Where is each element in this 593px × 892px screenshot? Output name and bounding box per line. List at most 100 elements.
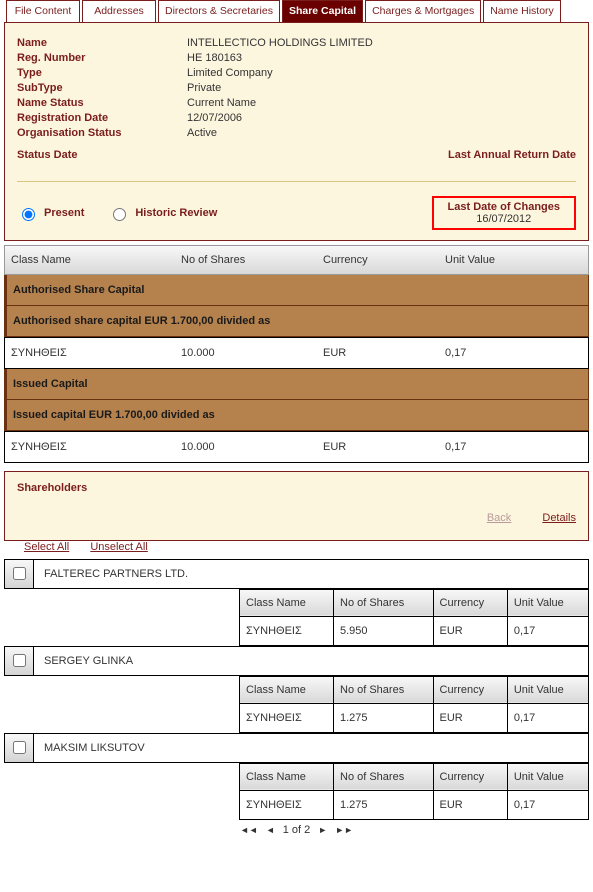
radio-present[interactable]: Present — [17, 205, 84, 221]
sh-curr: EUR — [433, 703, 507, 732]
shareholders-panel: Shareholders Back Details — [4, 471, 589, 541]
sh-curr: EUR — [433, 616, 507, 645]
section-issued: Issued Capital — [4, 369, 589, 400]
shareholder-checkbox[interactable] — [13, 567, 26, 580]
value-orgstatus: Active — [187, 127, 217, 139]
shareholder-row: MAKSIM LIKSUTOV — [4, 733, 589, 763]
auth-unit: 0,17 — [439, 338, 588, 368]
sh-curr: EUR — [433, 790, 507, 819]
label-orgstatus: Organisation Status — [17, 127, 187, 139]
tab-charges[interactable]: Charges & Mortgages — [365, 0, 481, 23]
section-issued-sub: Issued capital EUR 1.700,00 divided as — [4, 400, 589, 431]
label-type: Type — [17, 67, 187, 79]
label-reg: Reg. Number — [17, 52, 187, 64]
tab-file-content[interactable]: File Content — [6, 0, 80, 23]
shareholder-subtable: Class Name No of Shares Currency Unit Va… — [4, 589, 589, 646]
shareholder-name: MAKSIM LIKSUTOV — [34, 735, 155, 761]
label-name: Name — [17, 37, 187, 49]
sh-shares: 1.275 — [334, 790, 434, 819]
sh-col-unit: Unit Value — [507, 589, 588, 616]
sh-class: ΣΥΝΗΘΕΙΣ — [240, 616, 334, 645]
back-link: Back — [487, 512, 511, 524]
radio-present-input[interactable] — [22, 208, 35, 221]
sh-col-shares: No of Shares — [334, 589, 434, 616]
sh-shares: 1.275 — [334, 703, 434, 732]
sh-col-curr: Currency — [433, 763, 507, 790]
pager-next-icon[interactable]: ► — [318, 825, 327, 835]
issued-class: ΣΥΝΗΘΕΙΣ — [5, 432, 175, 462]
issued-unit: 0,17 — [439, 432, 588, 462]
auth-curr: EUR — [317, 338, 439, 368]
sh-col-unit: Unit Value — [507, 676, 588, 703]
value-subtype: Private — [187, 82, 221, 94]
value-namestatus: Current Name — [187, 97, 256, 109]
capital-table-header: Class Name No of Shares Currency Unit Va… — [4, 245, 589, 275]
unselect-all-link[interactable]: Unselect All — [90, 541, 147, 553]
value-name: INTELLECTICO HOLDINGS LIMITED — [187, 37, 373, 49]
sh-class: ΣΥΝΗΘΕΙΣ — [240, 790, 334, 819]
shareholder-name: FALTEREC PARTNERS LTD. — [34, 561, 198, 587]
divider — [17, 181, 576, 182]
label-regdate: Registration Date — [17, 112, 187, 124]
value-reg: HE 180163 — [187, 52, 242, 64]
section-authorised-sub: Authorised share capital EUR 1.700,00 di… — [4, 306, 589, 337]
sh-shares: 5.950 — [334, 616, 434, 645]
label-subtype: SubType — [17, 82, 187, 94]
tab-name-history[interactable]: Name History — [483, 0, 561, 23]
last-changes-date: 16/07/2012 — [448, 213, 560, 225]
sh-col-class: Class Name — [240, 763, 334, 790]
shareholders-heading: Shareholders — [17, 482, 576, 494]
tab-addresses[interactable]: Addresses — [82, 0, 156, 23]
col-unitvalue: Unit Value — [439, 246, 588, 274]
select-all-link[interactable]: Select All — [24, 541, 69, 553]
auth-class: ΣΥΝΗΘΕΙΣ — [5, 338, 175, 368]
issued-curr: EUR — [317, 432, 439, 462]
radio-historic-label: Historic Review — [135, 207, 217, 219]
value-regdate: 12/07/2006 — [187, 112, 242, 124]
shareholder-checkbox[interactable] — [13, 741, 26, 754]
shareholder-row: SERGEY GLINKA — [4, 646, 589, 676]
pager-last-icon[interactable]: ►► — [335, 825, 353, 835]
auth-shares: 10.000 — [175, 338, 317, 368]
label-namestatus: Name Status — [17, 97, 187, 109]
sh-col-curr: Currency — [433, 589, 507, 616]
radio-present-label: Present — [44, 207, 84, 219]
tab-share-capital[interactable]: Share Capital — [282, 0, 363, 23]
issued-shares: 10.000 — [175, 432, 317, 462]
sh-col-unit: Unit Value — [507, 763, 588, 790]
col-shares: No of Shares — [175, 246, 317, 274]
col-class: Class Name — [5, 246, 175, 274]
sh-col-shares: No of Shares — [334, 763, 434, 790]
pager-text: 1 of 2 — [283, 824, 311, 836]
sh-unit: 0,17 — [507, 703, 588, 732]
authorised-row: ΣΥΝΗΘΕΙΣ 10.000 EUR 0,17 — [4, 337, 589, 369]
shareholder-row: FALTEREC PARTNERS LTD. — [4, 559, 589, 589]
value-type: Limited Company — [187, 67, 273, 79]
sh-col-shares: No of Shares — [334, 676, 434, 703]
sh-col-curr: Currency — [433, 676, 507, 703]
shareholder-name: SERGEY GLINKA — [34, 648, 143, 674]
pager: ◄◄ ◄ 1 of 2 ► ►► — [0, 824, 593, 836]
details-link[interactable]: Details — [542, 512, 576, 524]
radio-historic-input[interactable] — [113, 208, 126, 221]
shareholder-checkbox[interactable] — [13, 654, 26, 667]
tab-directors[interactable]: Directors & Secretaries — [158, 0, 280, 23]
section-authorised: Authorised Share Capital — [4, 275, 589, 306]
radio-historic[interactable]: Historic Review — [108, 205, 217, 221]
pager-prev-icon[interactable]: ◄ — [266, 825, 275, 835]
last-changes-box: Last Date of Changes 16/07/2012 — [432, 196, 576, 230]
tab-bar: File Content Addresses Directors & Secre… — [0, 0, 593, 23]
pager-first-icon[interactable]: ◄◄ — [240, 825, 258, 835]
last-changes-title: Last Date of Changes — [448, 201, 560, 213]
issued-row: ΣΥΝΗΘΕΙΣ 10.000 EUR 0,17 — [4, 431, 589, 463]
last-annual-return-label: Last Annual Return Date — [448, 149, 576, 161]
col-currency: Currency — [317, 246, 439, 274]
sh-unit: 0,17 — [507, 790, 588, 819]
shareholder-subtable: Class Name No of Shares Currency Unit Va… — [4, 763, 589, 820]
shareholder-subtable: Class Name No of Shares Currency Unit Va… — [4, 676, 589, 733]
sh-col-class: Class Name — [240, 589, 334, 616]
company-info-panel: NameINTELLECTICO HOLDINGS LIMITED Reg. N… — [4, 22, 589, 241]
status-date-label: Status Date — [17, 149, 78, 161]
sh-col-class: Class Name — [240, 676, 334, 703]
sh-class: ΣΥΝΗΘΕΙΣ — [240, 703, 334, 732]
